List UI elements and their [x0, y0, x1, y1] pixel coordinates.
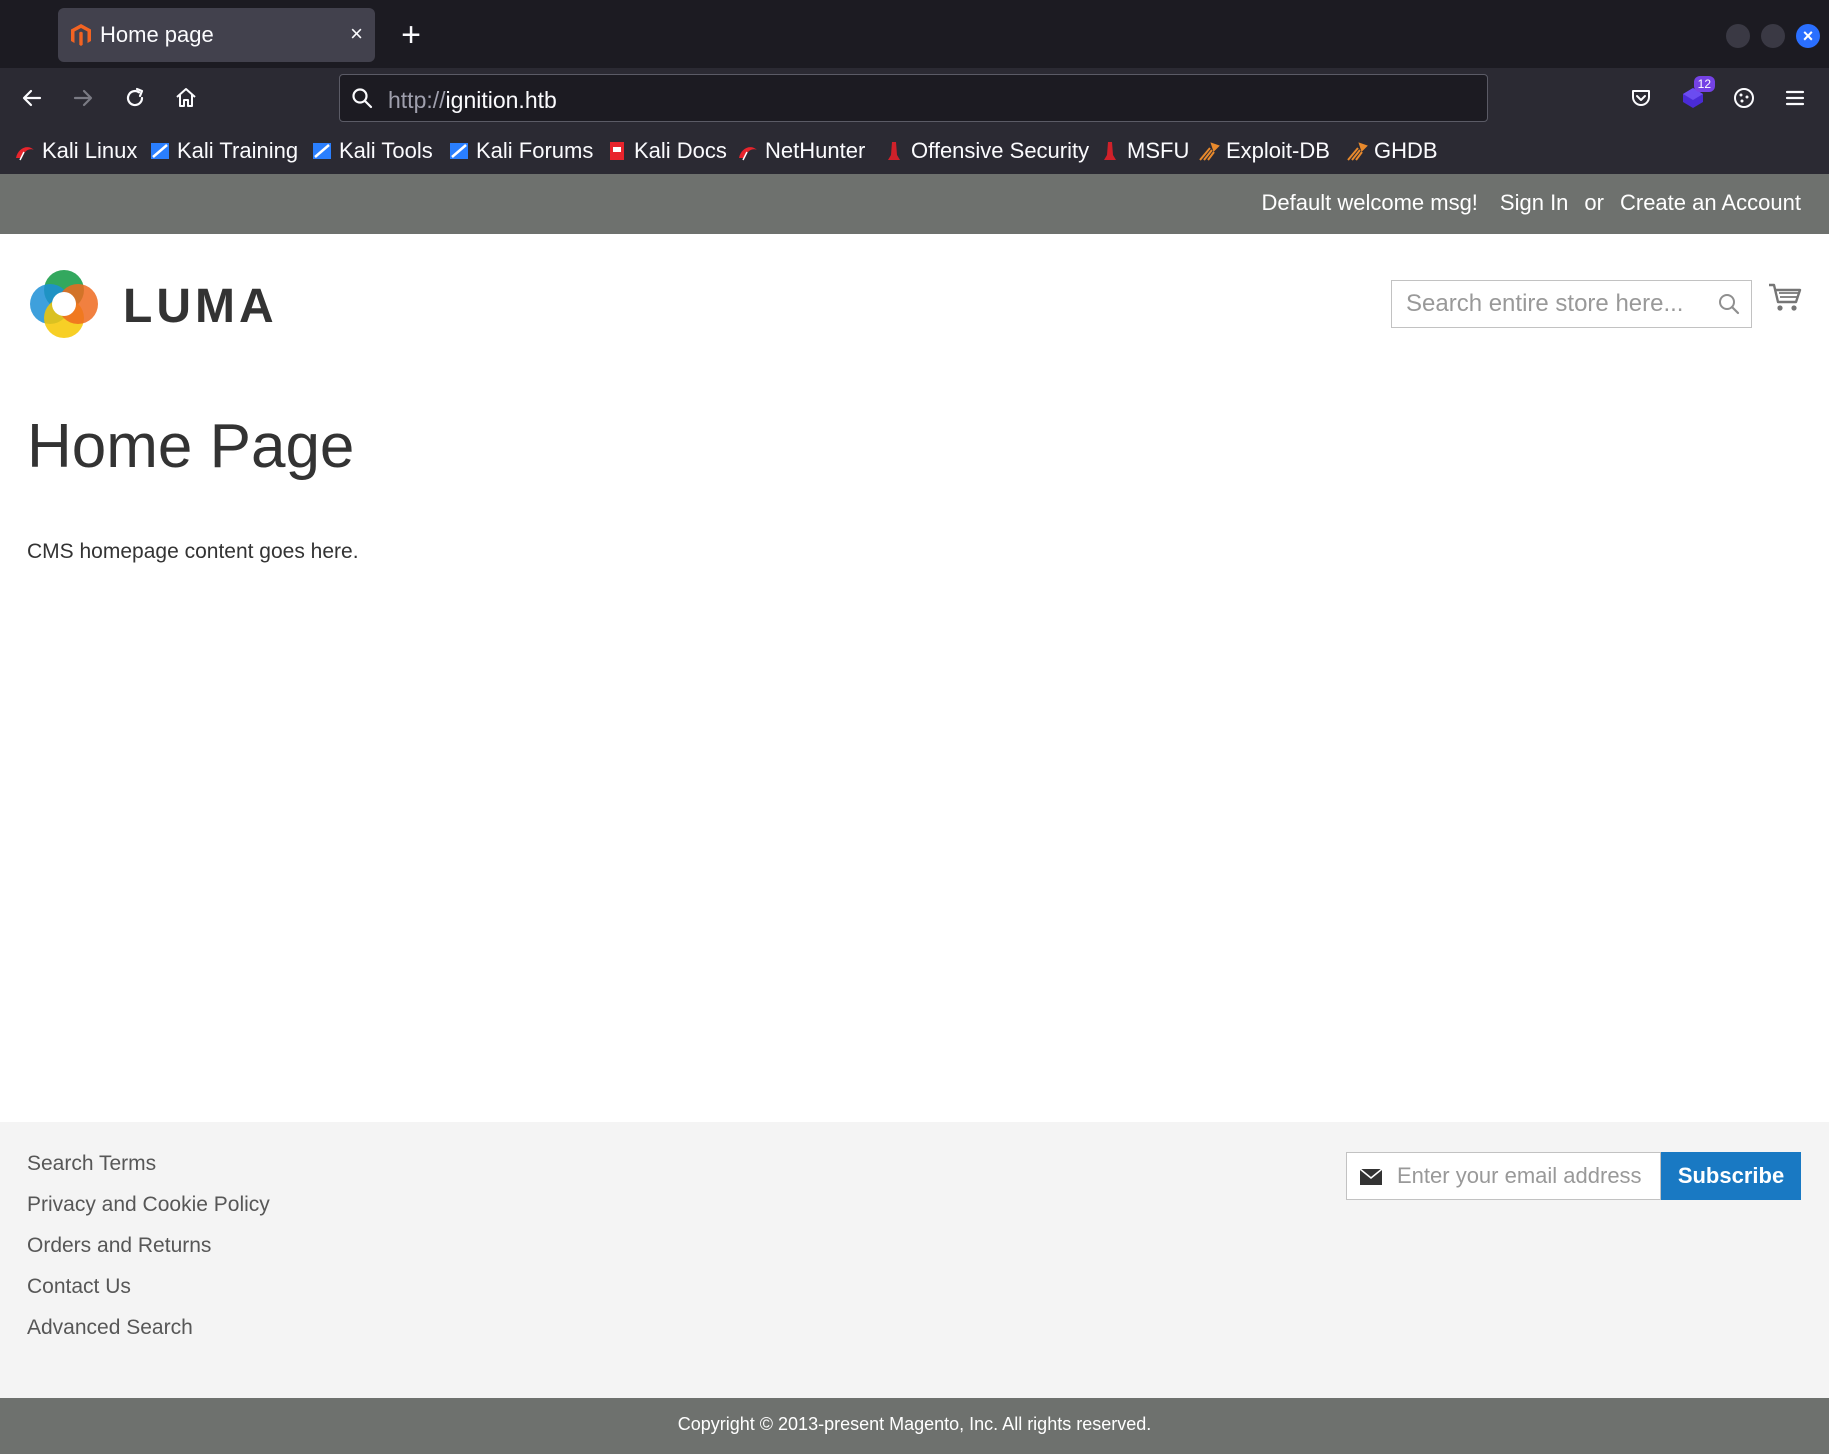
- newsletter-field: [1346, 1152, 1661, 1200]
- window-maximize-button[interactable]: [1761, 24, 1785, 48]
- bookmark-offensive-security[interactable]: Offensive Security: [883, 136, 1089, 166]
- newsletter-email-input[interactable]: [1397, 1153, 1657, 1199]
- browser-nav-bar: http://ignition.htb 12: [0, 68, 1829, 128]
- bookmark-exploit-db[interactable]: Exploit-DB: [1198, 136, 1330, 166]
- luma-logo-icon: [27, 267, 101, 346]
- luma-logo[interactable]: LUMA: [27, 267, 278, 346]
- new-tab-button[interactable]: +: [394, 18, 428, 52]
- bookmark-kali-forums[interactable]: Kali Forums: [448, 136, 593, 166]
- browser-tab-bar: Home page × + ×: [0, 0, 1829, 68]
- back-arrow-icon[interactable]: [16, 82, 48, 114]
- footer-link-privacy-policy[interactable]: Privacy and Cookie Policy: [27, 1193, 270, 1234]
- footer-link-search-terms[interactable]: Search Terms: [27, 1152, 270, 1193]
- url-bar[interactable]: http://ignition.htb: [339, 74, 1488, 122]
- reload-icon[interactable]: [119, 82, 151, 114]
- search-input[interactable]: [1392, 281, 1712, 327]
- bookmark-kali-tools[interactable]: Kali Tools: [311, 136, 433, 166]
- tab-title: Home page: [100, 22, 214, 47]
- msfu-icon: [1099, 140, 1121, 162]
- tab-close-icon[interactable]: ×: [350, 20, 363, 48]
- welcome-message: Default welcome msg!: [1261, 190, 1478, 215]
- subscribe-button[interactable]: Subscribe: [1661, 1152, 1801, 1200]
- search-icon: [350, 86, 374, 115]
- extension-badge: 12: [1693, 76, 1715, 92]
- forward-arrow-icon[interactable]: [67, 82, 99, 114]
- envelope-icon: [1359, 1168, 1383, 1191]
- ghdb-icon: [1346, 140, 1368, 162]
- kali-dragon-icon: [14, 140, 36, 162]
- header-links: Default welcome msg! Sign In or Create a…: [1262, 190, 1802, 216]
- window-minimize-button[interactable]: [1726, 24, 1750, 48]
- footer-link-contact-us[interactable]: Contact Us: [27, 1275, 270, 1316]
- bookmarks-toolbar: Kali Linux Kali Training Kali Tools Kali…: [0, 128, 1829, 174]
- create-account-link[interactable]: Create an Account: [1620, 190, 1801, 216]
- bookmark-nethunter[interactable]: NetHunter: [737, 136, 865, 166]
- menu-icon[interactable]: [1777, 80, 1813, 116]
- magento-favicon-icon: [70, 23, 92, 47]
- footer-links: Search Terms Privacy and Cookie Policy O…: [27, 1152, 270, 1357]
- cookie-icon[interactable]: [1726, 80, 1762, 116]
- shopping-cart-icon[interactable]: [1768, 282, 1802, 319]
- url-text: http://ignition.htb: [388, 87, 557, 113]
- exploit-db-icon: [1198, 140, 1220, 162]
- kali-forums-icon: [448, 140, 470, 162]
- bookmark-kali-linux[interactable]: Kali Linux: [14, 136, 137, 166]
- page-viewport: Default welcome msg! Sign In or Create a…: [0, 174, 1829, 1454]
- kali-docs-icon: [606, 140, 628, 162]
- bookmark-kali-docs[interactable]: Kali Docs: [606, 136, 727, 166]
- window-close-button[interactable]: ×: [1796, 24, 1820, 48]
- bookmark-ghdb[interactable]: GHDB: [1346, 136, 1438, 166]
- browser-tab[interactable]: Home page ×: [58, 8, 375, 62]
- footer-link-advanced-search[interactable]: Advanced Search: [27, 1316, 270, 1357]
- copyright-text: Copyright © 2013-present Magento, Inc. A…: [677, 1414, 1152, 1434]
- header-panel: Default welcome msg! Sign In or Create a…: [0, 174, 1829, 234]
- home-icon[interactable]: [170, 82, 202, 114]
- extension-icon[interactable]: 12: [1675, 76, 1715, 116]
- search-icon[interactable]: [1717, 292, 1741, 321]
- kali-training-icon: [149, 140, 171, 162]
- cms-content: CMS homepage content goes here.: [27, 540, 359, 563]
- offsec-icon: [883, 140, 905, 162]
- sign-in-link[interactable]: Sign In: [1500, 190, 1569, 216]
- newsletter-form: Subscribe: [1346, 1152, 1801, 1200]
- copyright-bar: Copyright © 2013-present Magento, Inc. A…: [0, 1398, 1829, 1454]
- bookmark-kali-training[interactable]: Kali Training: [149, 136, 298, 166]
- footer-link-orders-returns[interactable]: Orders and Returns: [27, 1234, 270, 1275]
- luma-logo-text: LUMA: [123, 280, 278, 333]
- page-title: Home Page: [27, 412, 355, 481]
- footer: Search Terms Privacy and Cookie Policy O…: [0, 1122, 1829, 1398]
- nethunter-icon: [737, 140, 759, 162]
- or-separator: or: [1584, 190, 1604, 215]
- pocket-icon[interactable]: [1623, 80, 1659, 116]
- store-search: [1391, 280, 1752, 328]
- bookmark-msfu[interactable]: MSFU: [1099, 136, 1189, 166]
- kali-tools-icon: [311, 140, 333, 162]
